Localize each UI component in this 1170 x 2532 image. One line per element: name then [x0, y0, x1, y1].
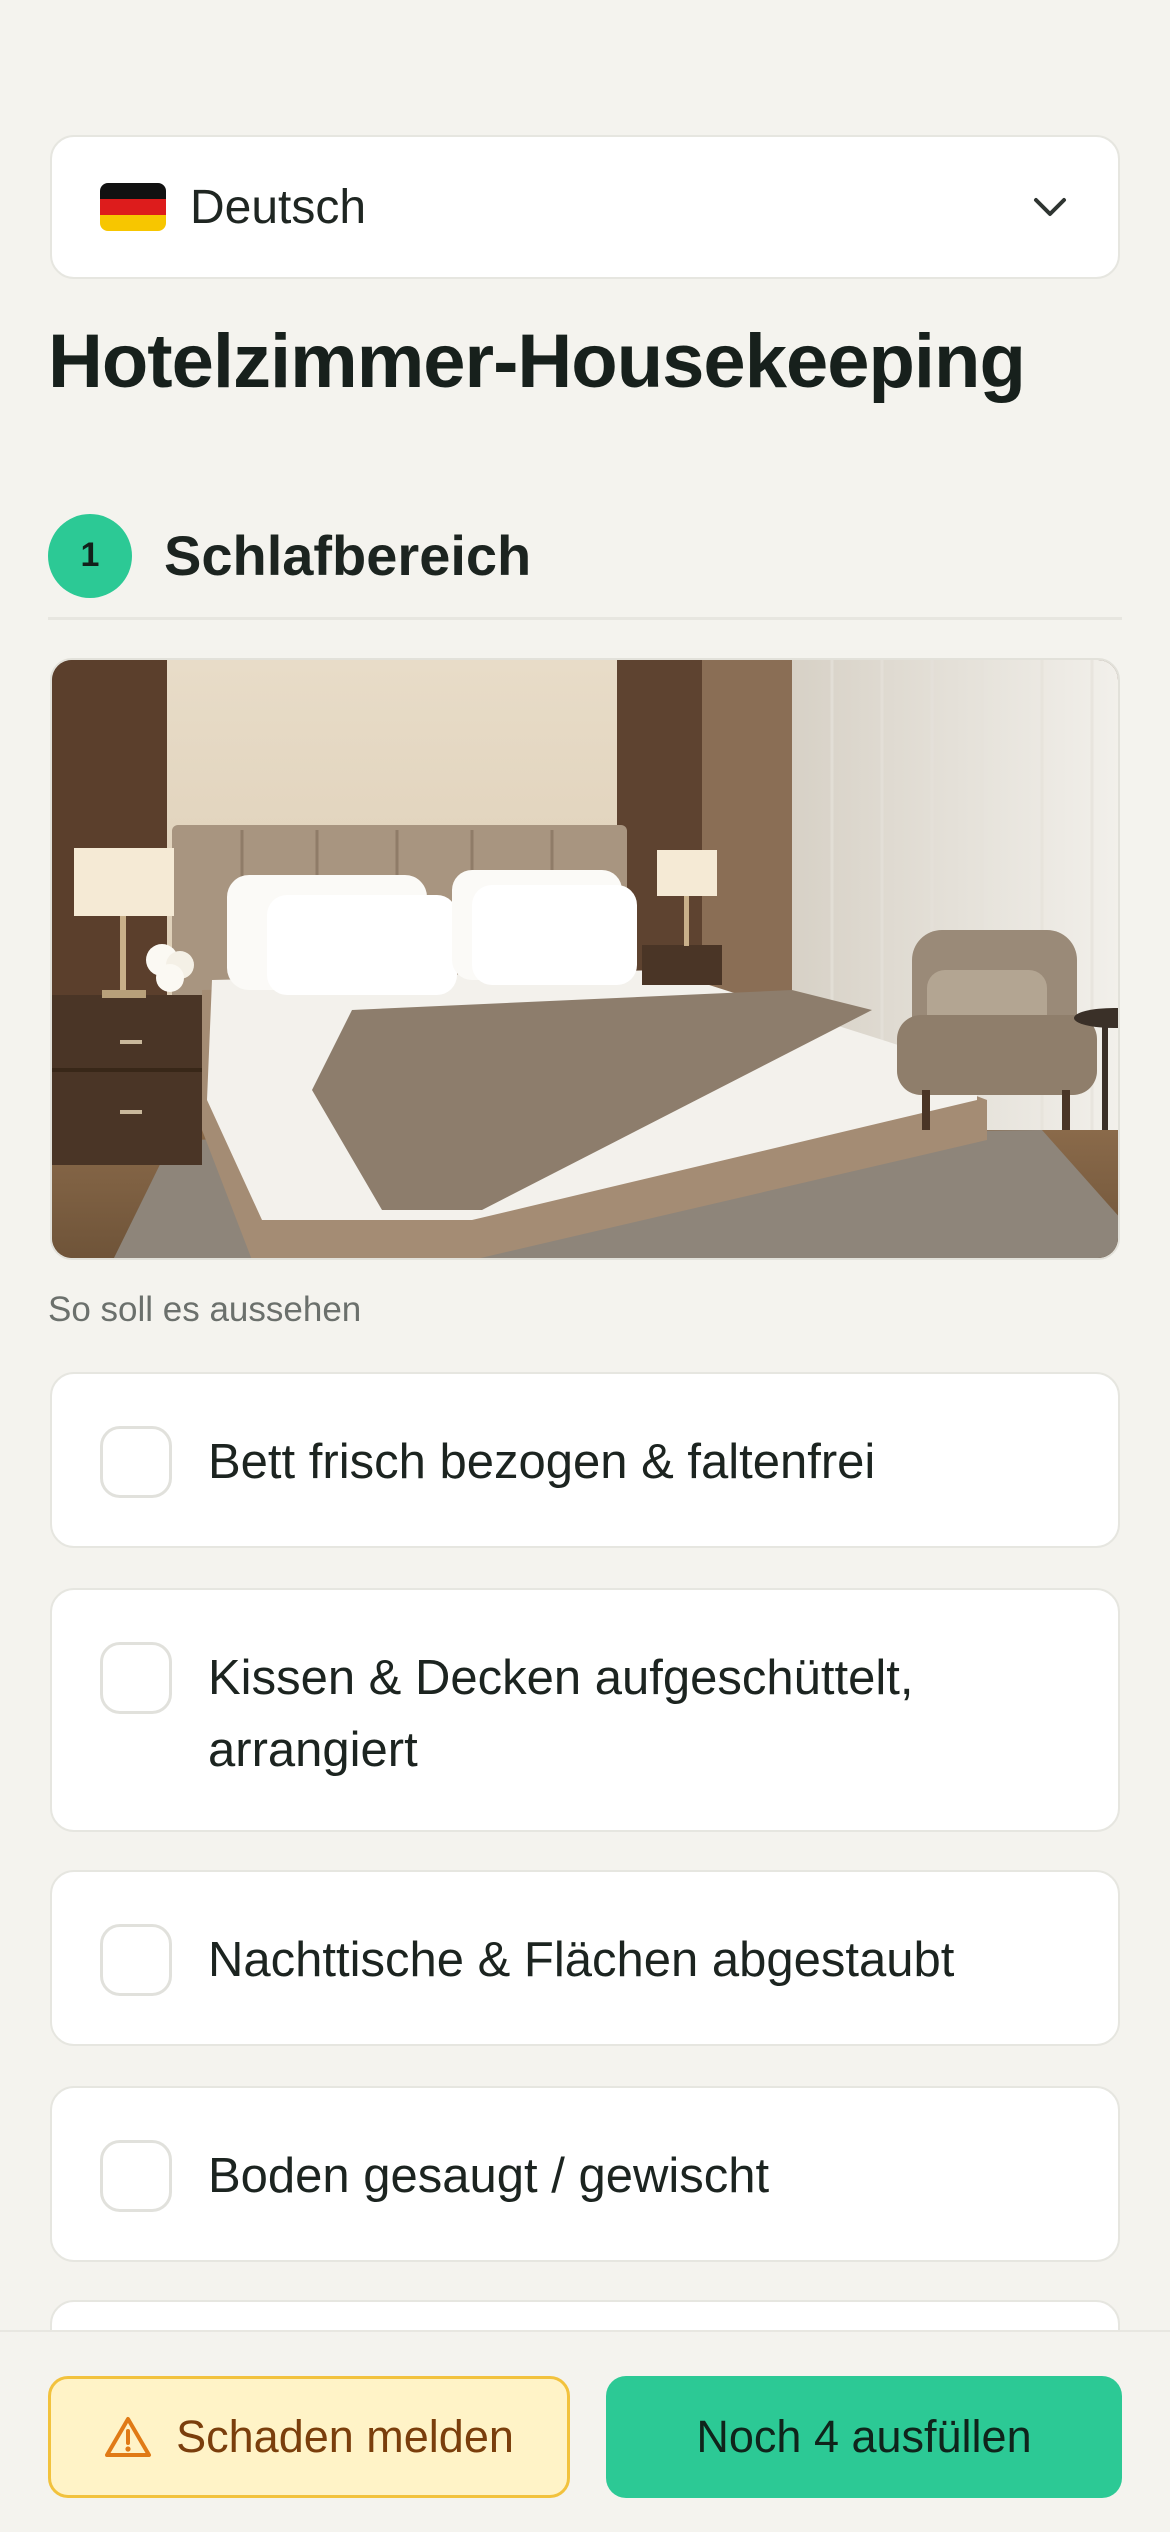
- section-header: 1 Schlafbereich: [48, 510, 1122, 620]
- checkbox[interactable]: [100, 1924, 172, 1996]
- checklist-item-label: Boden gesaugt / gewischt: [208, 2149, 770, 2203]
- checkbox[interactable]: [100, 1426, 172, 1498]
- section-title: Schlafbereich: [164, 524, 532, 587]
- checkbox[interactable]: [100, 2140, 172, 2212]
- section-number-badge: 1: [48, 513, 132, 598]
- checklist-item[interactable]: Boden gesaugt / gewischt: [50, 2086, 1120, 2262]
- page-title: Hotelzimmer-Housekeeping: [48, 319, 1026, 404]
- warning-icon: [104, 2415, 152, 2459]
- language-select[interactable]: Deutsch: [50, 135, 1120, 279]
- chevron-down-icon: [1030, 187, 1070, 227]
- checklist-item[interactable]: Bett frisch bezogen & faltenfrei: [50, 1372, 1120, 1548]
- checklist-item[interactable]: Kissen & Decken aufgeschüttelt, arrangie…: [50, 1588, 1120, 1832]
- report-damage-label: Schaden melden: [176, 2411, 514, 2462]
- germany-flag-icon: [100, 183, 166, 231]
- housekeeping-screen: Deutsch Hotelzimmer-Housekeeping 1 Schla…: [0, 0, 1170, 2532]
- reference-room-image: [50, 658, 1120, 1260]
- checklist-item-label: Kissen & Decken aufgeschüttelt, arrangie…: [208, 1651, 914, 1777]
- reference-caption: So soll es aussehen: [48, 1290, 362, 1329]
- remaining-items-label: Noch 4 ausfüllen: [696, 2411, 1032, 2462]
- remaining-items-button[interactable]: Noch 4 ausfüllen: [606, 2376, 1122, 2498]
- bottom-action-bar: Schaden melden Noch 4 ausfüllen: [0, 2330, 1170, 2532]
- report-damage-button[interactable]: Schaden melden: [48, 2376, 570, 2498]
- checklist-item-label: Bett frisch bezogen & faltenfrei: [208, 1435, 876, 1489]
- checkbox[interactable]: [100, 1642, 172, 1714]
- checklist-item-label: Nachttische & Flächen abgestaubt: [208, 1933, 955, 1987]
- checklist-item[interactable]: Nachttische & Flächen abgestaubt: [50, 1870, 1120, 2046]
- language-label: Deutsch: [190, 180, 367, 234]
